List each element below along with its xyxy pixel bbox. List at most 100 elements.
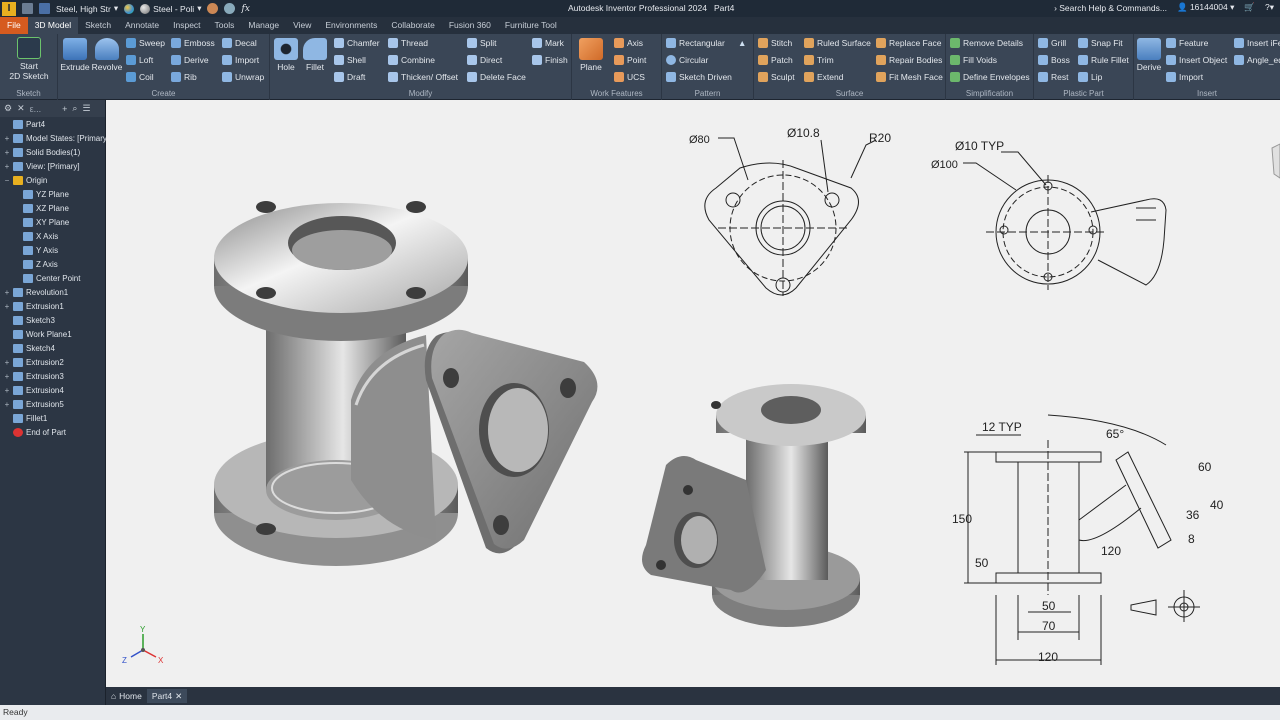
expand-toggle[interactable]: + <box>4 302 10 311</box>
finish-button[interactable]: Finish <box>532 55 568 65</box>
part-model-small[interactable] <box>642 384 866 627</box>
derive-button[interactable]: Derive <box>171 55 209 65</box>
ucs-button[interactable]: UCS <box>614 72 645 82</box>
browser-search-icon[interactable]: ⌕ <box>72 103 77 114</box>
fillet-button[interactable]: Fillet <box>301 38 329 72</box>
browser-item[interactable]: + Revolution1 <box>4 288 68 297</box>
close-tab-icon[interactable]: ✕ <box>175 691 182 702</box>
tab-view[interactable]: View <box>286 17 318 34</box>
browser-add-icon[interactable]: + <box>62 104 67 114</box>
loft-button[interactable]: Loft <box>126 55 153 65</box>
tab-manage[interactable]: Manage <box>241 17 286 34</box>
user-account[interactable]: 👤 16144004 ▾ <box>1177 2 1234 13</box>
rest-button[interactable]: Rest <box>1038 72 1068 82</box>
save-icon[interactable] <box>39 3 50 14</box>
plane-button[interactable]: Plane <box>576 38 606 72</box>
tab-3d-model[interactable]: 3D Model <box>27 17 79 34</box>
browser-menu-icon[interactable]: ☰ <box>82 103 90 114</box>
browser-item[interactable]: Y Axis <box>14 246 58 255</box>
browser-item[interactable]: + Extrusion2 <box>4 358 64 367</box>
expand-toggle[interactable]: + <box>4 288 10 297</box>
axis-button[interactable]: Axis <box>614 38 643 48</box>
expand-toggle[interactable]: + <box>4 372 10 381</box>
thicken-offset-button[interactable]: Thicken/ Offset <box>388 72 458 82</box>
fill-voids-button[interactable]: Fill Voids <box>950 55 997 65</box>
stitch-button[interactable]: Stitch <box>758 38 792 48</box>
browser-item[interactable]: + Extrusion1 <box>4 302 64 311</box>
delete-face-button[interactable]: Delete Face <box>467 72 526 82</box>
browser-item[interactable]: + Model States: [Primary] <box>4 134 109 143</box>
browser-item[interactable]: + Extrusion3 <box>4 372 64 381</box>
view-cube[interactable] <box>1271 143 1280 179</box>
browser-item[interactable]: End of Part <box>4 428 66 437</box>
tab-sketch[interactable]: Sketch <box>78 17 118 34</box>
lip-button[interactable]: Lip <box>1078 72 1102 82</box>
unwrap-button[interactable]: Unwrap <box>222 72 264 82</box>
circular-pattern-button[interactable]: Circular <box>666 55 708 65</box>
ruled-surface-button[interactable]: Ruled Surface <box>804 38 871 48</box>
browser-item[interactable]: Part4 <box>4 120 45 129</box>
fit-mesh-face-button[interactable]: Fit Mesh Face <box>876 72 943 82</box>
grill-button[interactable]: Grill <box>1038 38 1066 48</box>
feature-button[interactable]: Feature <box>1166 38 1208 48</box>
appearance-combo[interactable]: Steel - Poli ▾ <box>140 3 201 14</box>
repair-bodies-button[interactable]: Repair Bodies <box>876 55 942 65</box>
browser-tab-model[interactable]: ε... <box>30 104 42 114</box>
direct-button[interactable]: Direct <box>467 55 502 65</box>
browser-close-icon[interactable]: ✕ <box>17 103 25 114</box>
revolve-button[interactable]: Revolve <box>91 38 123 72</box>
snap-fit-button[interactable]: Snap Fit <box>1078 38 1123 48</box>
browser-item[interactable]: Center Point <box>14 274 80 283</box>
rule-fillet-button[interactable]: Rule Fillet <box>1078 55 1129 65</box>
browser-item[interactable]: − Origin <box>4 176 47 185</box>
browser-item[interactable]: XZ Plane <box>14 204 69 213</box>
expand-toggle[interactable]: + <box>4 134 10 143</box>
insert-import-button[interactable]: Import <box>1166 72 1203 82</box>
remove-details-button[interactable]: Remove Details <box>950 38 1023 48</box>
browser-item[interactable]: Z Axis <box>14 260 58 269</box>
tab-annotate[interactable]: Annotate <box>118 17 166 34</box>
rectangular-pattern-button[interactable]: Rectangular <box>666 38 725 48</box>
browser-item[interactable]: YZ Plane <box>14 190 69 199</box>
browser-settings-icon[interactable]: ⚙ <box>4 103 12 114</box>
tab-furniture-tool[interactable]: Furniture Tool <box>498 17 564 34</box>
inventor-logo[interactable]: I <box>2 1 16 16</box>
insert-ifeature-button[interactable]: Insert iFe <box>1234 38 1280 48</box>
tab-inspect[interactable]: Inspect <box>166 17 207 34</box>
material-combo[interactable]: Steel, High Str ▾ <box>56 3 118 14</box>
browser-item[interactable]: X Axis <box>14 232 58 241</box>
point-button[interactable]: Point <box>614 55 646 65</box>
browser-item[interactable]: Sketch3 <box>4 316 55 325</box>
tab-part4[interactable]: Part4 ✕ <box>146 689 188 703</box>
tab-file[interactable]: File <box>0 17 28 34</box>
mirror-button[interactable]: ▲ <box>738 38 746 48</box>
tab-home[interactable]: ⌂ Home <box>106 689 147 703</box>
rib-button[interactable]: Rib <box>171 72 197 82</box>
expand-toggle[interactable]: + <box>4 148 10 157</box>
fx-icon[interactable]: fx <box>241 4 249 14</box>
import-button[interactable]: Import <box>222 55 259 65</box>
decal-button[interactable]: Decal <box>222 38 257 48</box>
search-help[interactable]: › Search Help & Commands... <box>1054 3 1167 13</box>
combine-button[interactable]: Combine <box>388 55 435 65</box>
chamfer-button[interactable]: Chamfer <box>334 38 380 48</box>
derive-big-button[interactable]: Derive <box>1134 38 1164 72</box>
browser-item[interactable]: + View: [Primary] <box>4 162 80 171</box>
expand-toggle[interactable]: + <box>4 162 10 171</box>
mark-button[interactable]: Mark <box>532 38 564 48</box>
browser-item[interactable]: + Extrusion5 <box>4 400 64 409</box>
hole-button[interactable]: Hole <box>272 38 300 72</box>
browser-item[interactable]: + Extrusion4 <box>4 386 64 395</box>
thread-button[interactable]: Thread <box>388 38 428 48</box>
tab-environments[interactable]: Environments <box>318 17 384 34</box>
start-2d-sketch-button[interactable]: Start 2D Sketch <box>8 37 50 81</box>
browser-item[interactable]: Work Plane1 <box>4 330 72 339</box>
extrude-button[interactable]: Extrude <box>60 38 90 72</box>
browser-item[interactable]: Fillet1 <box>4 414 47 423</box>
coil-button[interactable]: Coil <box>126 72 154 82</box>
tab-fusion-360[interactable]: Fusion 360 <box>442 17 498 34</box>
cart-icon[interactable]: 🛒 <box>1244 2 1255 13</box>
angle-eq-button[interactable]: Angle_eq <box>1234 55 1280 65</box>
trim-button[interactable]: Trim <box>804 55 834 65</box>
emboss-button[interactable]: Emboss <box>171 38 215 48</box>
